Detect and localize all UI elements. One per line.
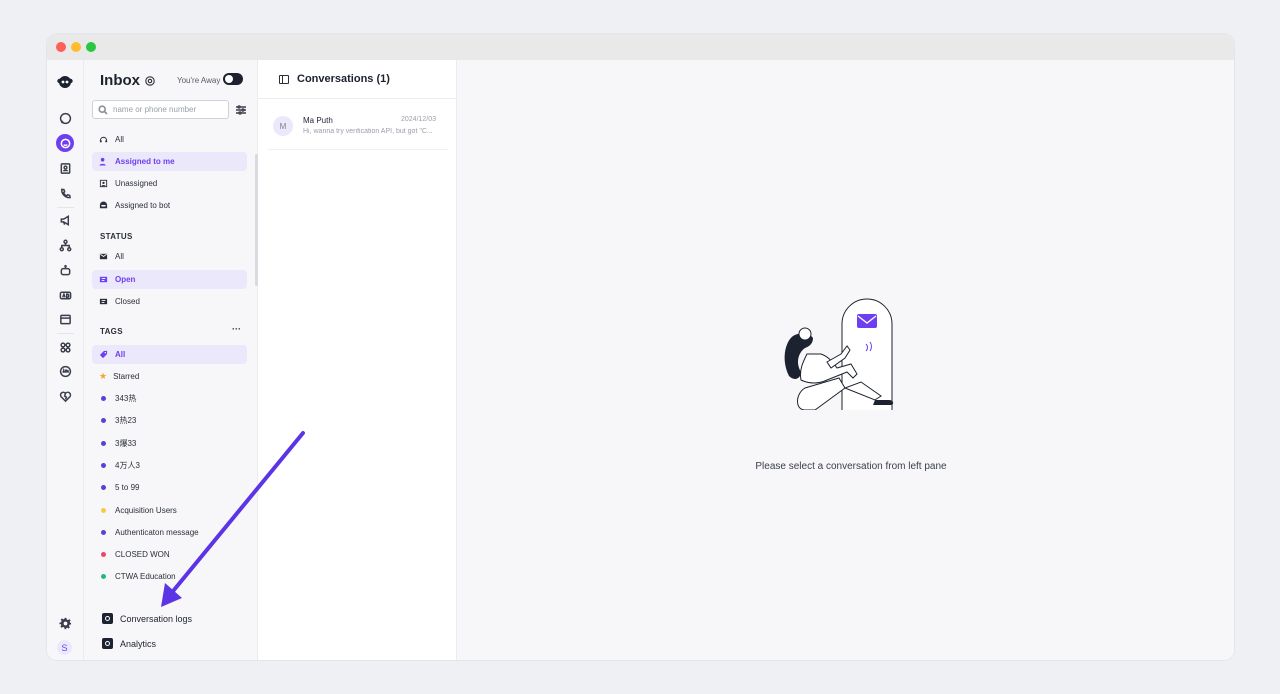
conversation-logs-link[interactable]: Conversation logs: [102, 613, 192, 624]
robot-icon[interactable]: [56, 261, 74, 279]
tag-color-dot: [101, 463, 106, 468]
mail-status-icon: [99, 252, 108, 261]
rail-divider: [57, 207, 74, 208]
status-open[interactable]: Open: [92, 270, 247, 289]
view-assigned-to-bot[interactable]: Assigned to bot: [92, 196, 247, 215]
window-icon[interactable]: [56, 310, 74, 328]
tag-label: 4万人3: [115, 461, 140, 470]
away-status-label: You're Away: [177, 76, 221, 85]
maximize-window-button[interactable]: [86, 42, 96, 52]
apps-grid-icon[interactable]: [56, 338, 74, 356]
monkey-logo-icon[interactable]: [56, 73, 74, 91]
search-box: [92, 100, 229, 119]
tag-color-dot: [101, 574, 106, 579]
conversation-date: 2024/12/03: [401, 116, 437, 123]
conversation-list-header: Conversations (1): [258, 60, 456, 99]
flow-tree-icon[interactable]: [56, 236, 74, 254]
tag-color-dot: [101, 396, 106, 401]
tag-label: 5 to 99: [115, 483, 140, 492]
tag-item[interactable]: 343热: [92, 389, 247, 408]
view-assigned-to-bot-label: Assigned to bot: [115, 201, 171, 210]
status-all[interactable]: All: [92, 247, 247, 266]
tag-color-dot: [101, 508, 106, 513]
view-assigned-to-me[interactable]: Assigned to me: [92, 152, 247, 171]
status-all-label: All: [115, 252, 124, 261]
analytics-label: Analytics: [120, 638, 157, 649]
minimize-window-button[interactable]: [71, 42, 81, 52]
settings-gear-icon[interactable]: [56, 614, 74, 632]
toggle-panel-icon[interactable]: [279, 75, 289, 84]
title-bar: [47, 34, 1234, 60]
conversation-item[interactable]: M Ma Puth 2024/12/03 Hi, wanna try verif…: [268, 108, 448, 150]
tags-heading: TAGS: [100, 327, 123, 336]
conversation-logs-label: Conversation logs: [120, 613, 193, 624]
tag-color-dot: [101, 418, 106, 423]
api-icon[interactable]: [56, 362, 74, 380]
megaphone-icon[interactable]: [56, 211, 74, 229]
tag-color-dot: [101, 441, 106, 446]
view-unassigned-label: Unassigned: [115, 179, 158, 188]
contact-avatar: M: [273, 116, 293, 136]
view-all-label: All: [115, 135, 124, 144]
annotation-arrow: [161, 431, 305, 607]
empty-state-illustration: [784, 298, 894, 410]
status-heading: STATUS: [100, 232, 133, 241]
closed-status-icon: [99, 297, 108, 306]
away-toggle[interactable]: [223, 73, 243, 85]
open-status-icon: [99, 275, 108, 284]
headset-icon: [99, 135, 108, 144]
star-icon: ★: [99, 371, 108, 381]
heart-broken-icon[interactable]: [56, 387, 74, 405]
close-window-button[interactable]: [56, 42, 66, 52]
tags-more-icon[interactable]: ···: [232, 324, 241, 334]
rail-divider: [57, 333, 74, 334]
contact-name: Ma Puth: [303, 116, 333, 125]
phone-icon[interactable]: [56, 184, 74, 202]
view-assigned-to-me-label: Assigned to me: [115, 157, 175, 166]
contacts-icon[interactable]: [56, 159, 74, 177]
tag-all[interactable]: All: [92, 345, 247, 364]
analytics-icon: [102, 638, 113, 649]
user-square-icon: [99, 179, 108, 188]
tag-all-label: All: [115, 350, 126, 359]
inbox-settings-icon[interactable]: [144, 74, 156, 86]
view-unassigned[interactable]: Unassigned: [92, 174, 247, 193]
tag-label: 3热23: [115, 416, 137, 425]
filter-sliders-icon[interactable]: [235, 103, 247, 115]
search-input[interactable]: [113, 103, 225, 116]
view-all[interactable]: All: [92, 130, 247, 149]
icon-rail: S: [47, 60, 84, 660]
user-avatar[interactable]: S: [57, 640, 72, 655]
whatsapp-icon[interactable]: [56, 109, 74, 127]
tag-starred[interactable]: ★ Starred: [92, 367, 247, 386]
bot-icon: [99, 201, 108, 210]
ads-icon[interactable]: [56, 286, 74, 304]
tag-icon: [99, 350, 108, 359]
inbox-chat-icon[interactable]: [56, 134, 74, 152]
tag-label: 343热: [115, 394, 137, 403]
conversation-logs-icon: [102, 613, 113, 624]
conversations-title: Conversations (1): [297, 73, 390, 85]
tag-color-dot: [101, 485, 106, 490]
status-closed-label: Closed: [115, 297, 140, 306]
tag-color-dot: [101, 530, 106, 535]
conversation-detail-pane: Please select a conversation from left p…: [457, 60, 1234, 660]
analytics-link[interactable]: Analytics: [102, 638, 156, 649]
user-icon: [99, 157, 108, 166]
tag-color-dot: [101, 552, 106, 557]
tag-label: 3爆33: [115, 439, 137, 448]
inbox-title: Inbox: [100, 72, 140, 89]
status-open-label: Open: [115, 275, 136, 284]
status-closed[interactable]: Closed: [92, 292, 247, 311]
tag-starred-label: Starred: [113, 372, 140, 381]
search-icon: [98, 105, 108, 115]
empty-state-message: Please select a conversation from left p…: [755, 461, 947, 472]
message-snippet: Hi, wanna try verification API, but got …: [303, 128, 433, 135]
